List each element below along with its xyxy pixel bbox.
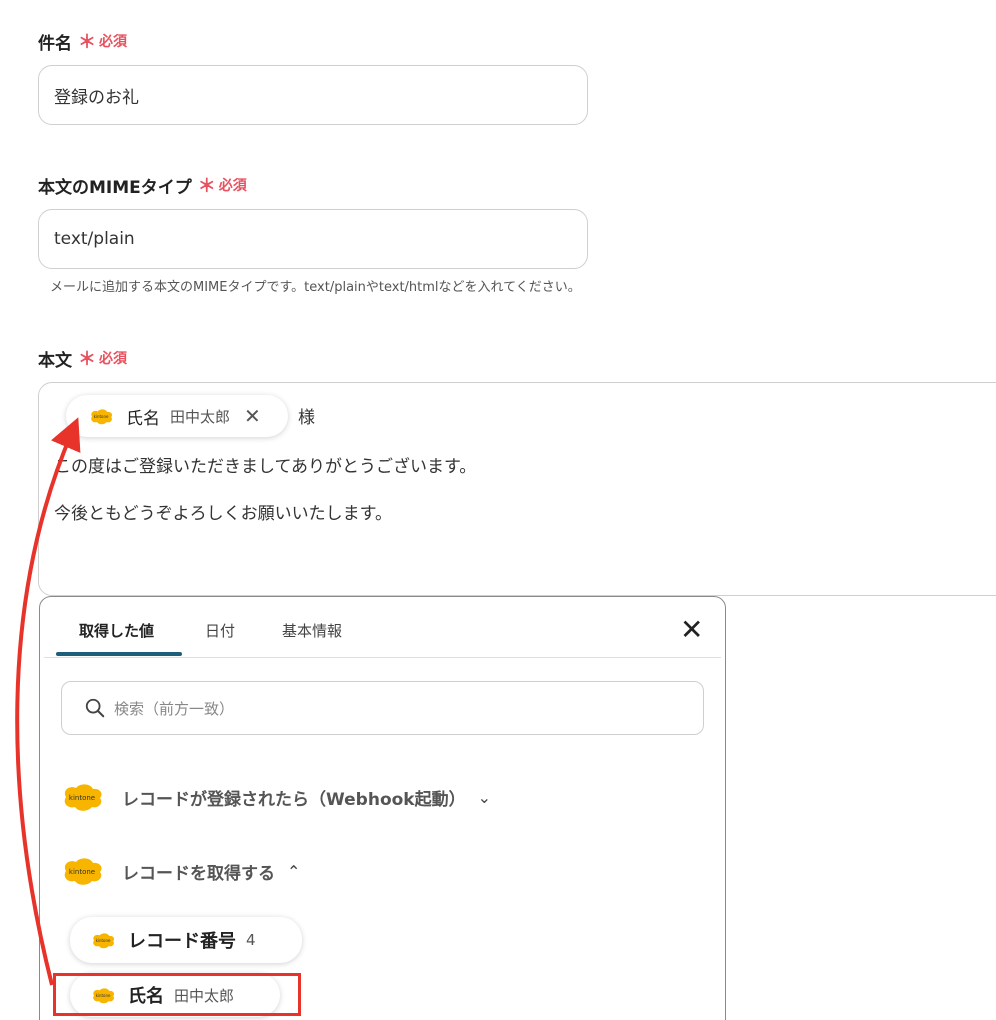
- annotation-arrow: [15, 417, 81, 986]
